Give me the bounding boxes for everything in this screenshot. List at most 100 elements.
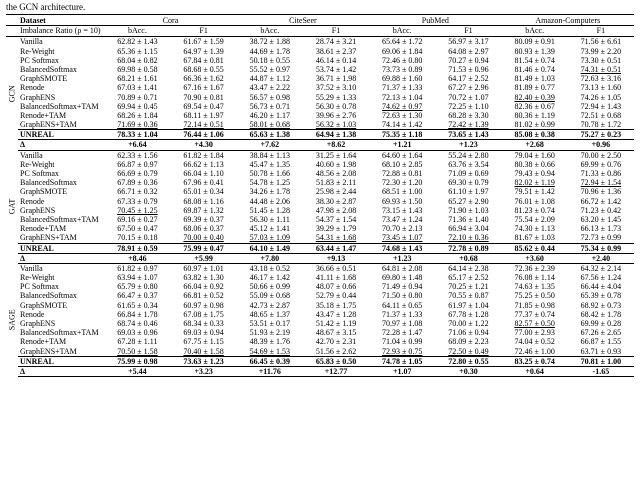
value-cell: 68.10 ± 2.85 (369, 160, 435, 169)
value-cell: 69.94 ± 0.45 (104, 102, 170, 111)
value-cell: 48.67 ± 3.15 (303, 328, 369, 337)
value-cell: 66.04 ± 1.10 (171, 169, 237, 178)
value-cell: 81.02 ± 0.99 (502, 120, 568, 130)
value-cell: 62.33 ± 1.56 (104, 150, 170, 160)
value-cell: 66.69 ± 0.79 (104, 169, 170, 178)
value-cell: 79.04 ± 1.60 (502, 150, 568, 160)
value-cell: 45.12 ± 1.41 (237, 224, 303, 233)
value-cell: 56.30 ± 1.11 (237, 215, 303, 224)
value-cell: 72.51 ± 0.68 (568, 111, 634, 120)
caption-fragment: the GCN architecture. (0, 0, 640, 12)
value-cell: 45.47 ± 1.35 (237, 160, 303, 169)
value-cell: 40.60 ± 1.98 (303, 160, 369, 169)
value-cell: 43.47 ± 2.22 (237, 83, 303, 92)
value-cell: 65.27 ± 2.90 (435, 197, 501, 206)
value-cell: 54.31 ± 1.68 (303, 233, 369, 243)
value-cell: 72.10 ± 0.36 (435, 233, 501, 243)
value-cell: 85.08 ± 0.38 (502, 130, 568, 140)
value-cell: 67.03 ± 1.41 (104, 83, 170, 92)
value-cell: 72.46 ± 0.80 (369, 56, 435, 65)
value-cell: 72.94 ± 1.43 (568, 102, 634, 111)
value-cell: 70.55 ± 0.87 (435, 291, 501, 300)
value-cell: 68.34 ± 0.33 (171, 319, 237, 328)
value-cell: 61.82 ± 0.97 (104, 263, 170, 273)
value-cell: 43.18 ± 0.52 (237, 263, 303, 273)
value-cell: 65.64 ± 1.72 (369, 37, 435, 47)
value-cell: 48.65 ± 1.37 (237, 310, 303, 319)
value-cell: 51.42 ± 1.19 (303, 319, 369, 328)
value-cell: 78.91 ± 0.59 (104, 243, 170, 253)
value-cell: 71.49 ± 0.94 (369, 282, 435, 291)
value-cell: 54.69 ± 1.53 (237, 347, 303, 357)
method-name: BalancedSoftmax (18, 65, 104, 74)
value-cell: 72.94 ± 1.54 (568, 178, 634, 187)
value-cell: 69.16 ± 0.27 (104, 215, 170, 224)
value-cell: 71.04 ± 0.99 (369, 337, 435, 346)
value-cell: 80.93 ± 1.39 (502, 47, 568, 56)
value-cell: 70.70 ± 2.13 (369, 224, 435, 233)
value-cell: 56.73 ± 0.71 (237, 102, 303, 111)
method-name: BalancedSoftmax (18, 178, 104, 187)
value-cell: 63.20 ± 1.45 (568, 215, 634, 224)
value-cell: 63.82 ± 1.30 (171, 273, 237, 282)
value-cell: 69.39 ± 0.37 (171, 215, 237, 224)
table-row: GraphENS+TAM70.50 ± 1.5870.40 ± 1.5854.6… (6, 347, 634, 357)
value-cell: 71.06 ± 0.94 (435, 328, 501, 337)
table-row: BalancedSoftmax+TAM69.03 ± 0.9669.03 ± 0… (6, 328, 634, 337)
arch-label: SAGE (6, 263, 18, 376)
value-cell: 53.51 ± 0.17 (237, 319, 303, 328)
value-cell: 68.21 ± 1.61 (104, 74, 170, 83)
value-cell: 68.68 ± 0.55 (171, 65, 237, 74)
value-cell: 56.30 ± 0.78 (303, 102, 369, 111)
metric-label: bAcc. (104, 26, 170, 37)
delta-cell: +1.07 (369, 366, 435, 376)
value-cell: 38.72 ± 1.88 (237, 37, 303, 47)
value-cell: 70.00 ± 0.40 (171, 233, 237, 243)
value-cell: 70.72 ± 1.07 (435, 93, 501, 102)
value-cell: 54.37 ± 1.54 (303, 215, 369, 224)
value-cell: 46.17 ± 1.42 (237, 273, 303, 282)
table-row: GraphENS+TAM71.69 ± 0.3672.14 ± 0.5158.0… (6, 120, 634, 130)
value-cell: 50.78 ± 1.66 (237, 169, 303, 178)
method-name: GraphENS+TAM (18, 347, 104, 357)
value-cell: 64.10 ± 1.49 (237, 243, 303, 253)
value-cell: 38.61 ± 2.37 (303, 47, 369, 56)
value-cell: 67.28 ± 1.11 (104, 337, 170, 346)
value-cell: 70.89 ± 0.71 (104, 93, 170, 102)
value-cell: 69.88 ± 1.60 (369, 74, 435, 83)
value-cell: 74.26 ± 1.05 (568, 93, 634, 102)
value-cell: 80.36 ± 1.19 (502, 111, 568, 120)
value-cell: 64.81 ± 2.08 (369, 263, 435, 273)
value-cell: 78.33 ± 1.04 (104, 130, 170, 140)
value-cell: 66.71 ± 0.32 (104, 187, 170, 196)
value-cell: 72.30 ± 1.20 (369, 178, 435, 187)
table-row: GATVanilla62.33 ± 1.5661.82 ± 1.8438.84 … (6, 150, 634, 160)
value-cell: 70.00 ± 1.22 (435, 319, 501, 328)
value-cell: 69.54 ± 0.47 (171, 102, 237, 111)
value-cell: 64.08 ± 2.97 (435, 47, 501, 56)
delta-cell: +0.64 (502, 366, 568, 376)
value-cell: 72.28 ± 1.47 (369, 328, 435, 337)
value-cell: 68.11 ± 1.97 (171, 111, 237, 120)
value-cell: 61.10 ± 1.97 (435, 187, 501, 196)
value-cell: 69.87 ± 1.32 (171, 206, 237, 215)
value-cell: 70.25 ± 1.21 (435, 282, 501, 291)
delta-cell: +11.76 (237, 366, 303, 376)
delta-cell: +9.13 (303, 253, 369, 263)
method-name: GraphENS (18, 206, 104, 215)
value-cell: 60.97 ± 0.98 (171, 301, 237, 310)
metric-label: bAcc. (502, 26, 568, 37)
value-cell: 72.36 ± 2.39 (502, 263, 568, 273)
value-cell: 63.76 ± 3.54 (435, 160, 501, 169)
value-cell: 68.28 ± 3.30 (435, 111, 501, 120)
value-cell: 69.30 ± 0.79 (435, 178, 501, 187)
value-cell: 75.25 ± 0.50 (502, 291, 568, 300)
method-name: GraphSMOTE (18, 74, 104, 83)
value-cell: 82.57 ± 0.50 (502, 319, 568, 328)
value-cell: 75.99 ± 0.98 (104, 356, 170, 366)
value-cell: 74.63 ± 1.35 (502, 282, 568, 291)
value-cell: 65.83 ± 0.50 (303, 356, 369, 366)
value-cell: 51.56 ± 2.62 (303, 347, 369, 357)
value-cell: 66.84 ± 1.78 (104, 310, 170, 319)
value-cell: 61.65 ± 0.34 (104, 301, 170, 310)
